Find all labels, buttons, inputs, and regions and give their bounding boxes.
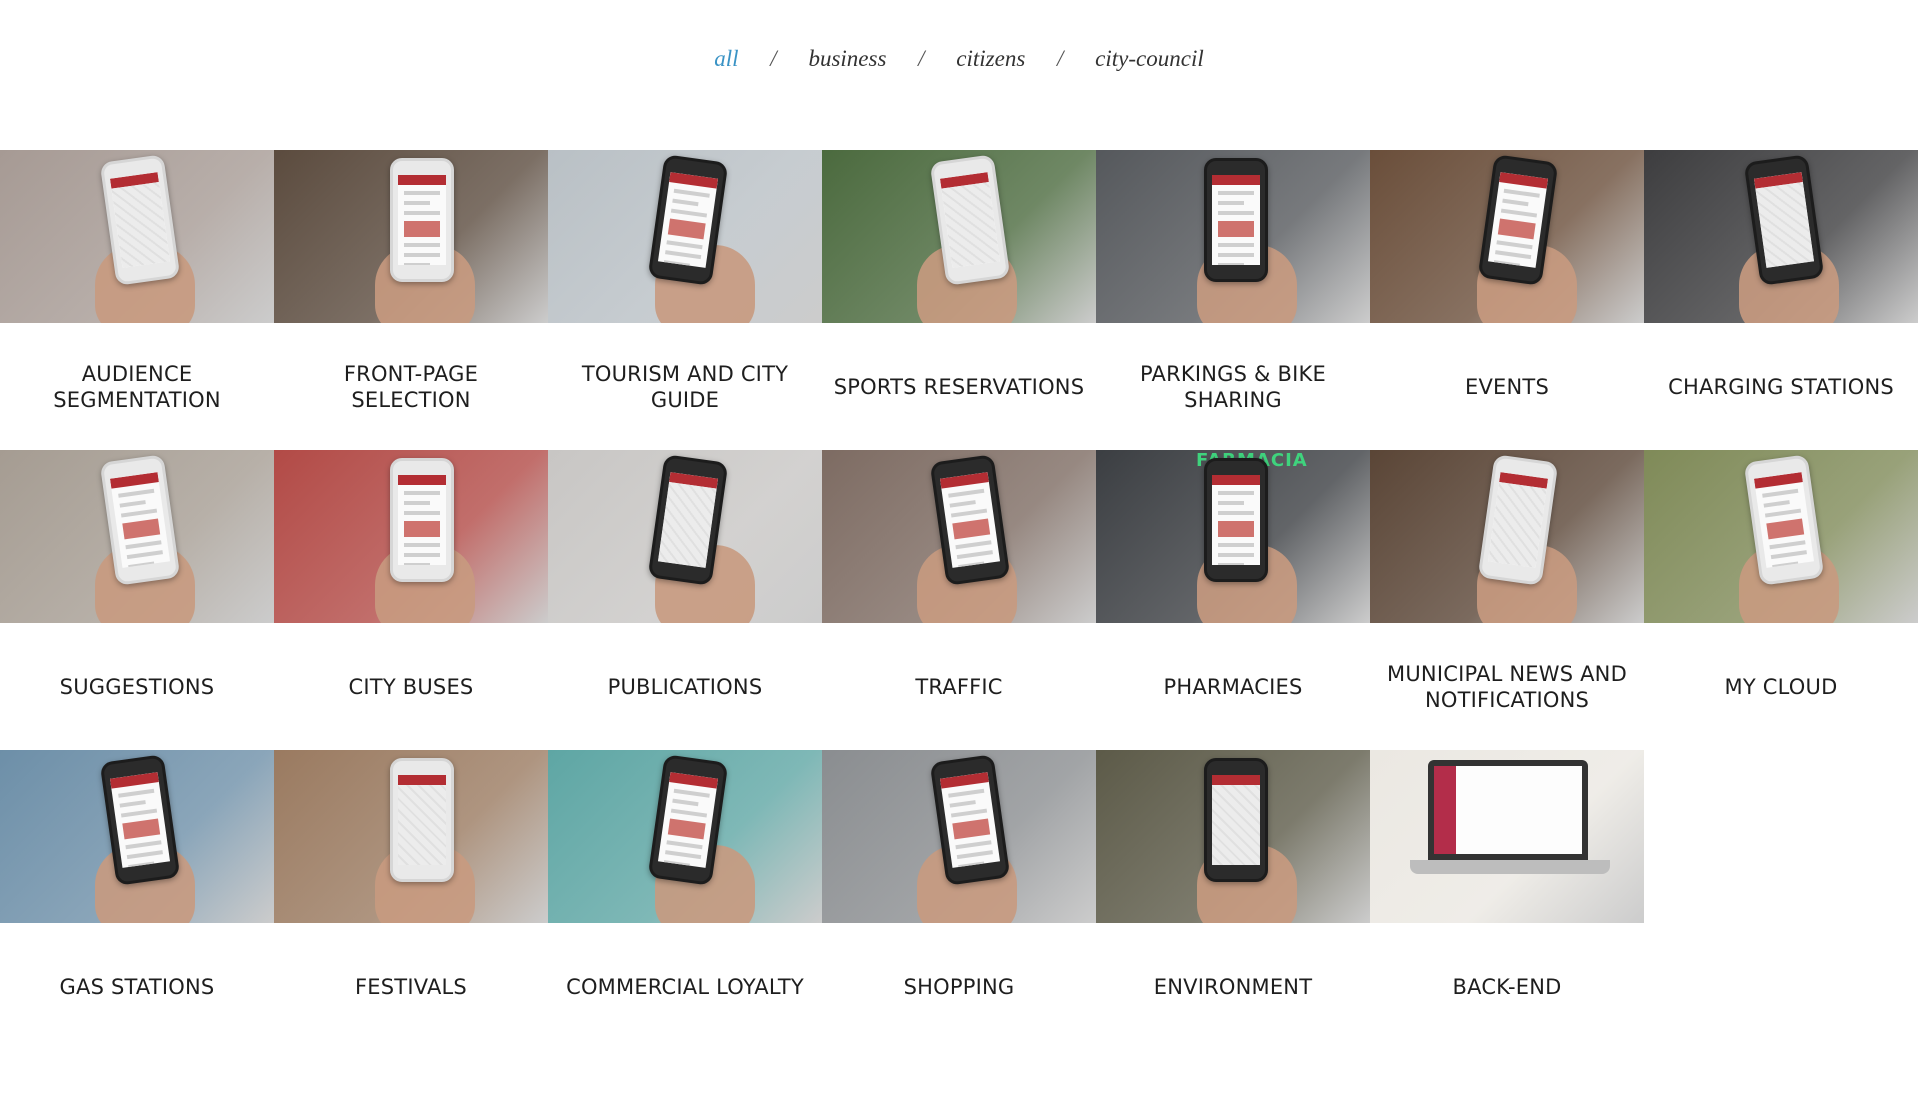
filter-separator: / xyxy=(918,46,925,71)
tile-thumbnail xyxy=(1370,150,1644,323)
filter-city-council[interactable]: city-council xyxy=(1091,46,1208,72)
phone-mockup xyxy=(390,458,454,582)
tile-caption: TRAFFIC xyxy=(915,674,1003,699)
tile-caption: BACK-END xyxy=(1452,974,1562,999)
portfolio-grid: AUDIENCE SEGMENTATION FRONT-PAGE SELECTI… xyxy=(0,150,1918,1050)
tile-caption: PHARMACIES xyxy=(1163,674,1303,699)
tile-caption: CHARGING STATIONS xyxy=(1668,374,1894,399)
portfolio-tile-back-end[interactable]: BACK-END xyxy=(1370,750,1644,1050)
portfolio-tile-audience-segmentation[interactable]: AUDIENCE SEGMENTATION xyxy=(0,150,274,450)
tile-thumbnail xyxy=(1370,450,1644,623)
filter-all[interactable]: all xyxy=(710,46,742,72)
portfolio-tile-tourism-city-guide[interactable]: TOURISM AND CITY GUIDE xyxy=(548,150,822,450)
tile-caption: CITY BUSES xyxy=(348,674,474,699)
portfolio-tile-gas-stations[interactable]: GAS STATIONS xyxy=(0,750,274,1050)
tile-thumbnail: FARMACIA xyxy=(1096,450,1370,623)
portfolio-tile-pharmacies[interactable]: FARMACIA PHARMACIES xyxy=(1096,450,1370,750)
tile-caption: TOURISM AND CITY GUIDE xyxy=(581,361,789,412)
portfolio-tile-front-page-selection[interactable]: FRONT-PAGE SELECTION xyxy=(274,150,548,450)
portfolio-tile-environment[interactable]: ENVIRONMENT xyxy=(1096,750,1370,1050)
tile-thumbnail xyxy=(548,150,822,323)
tile-thumbnail xyxy=(822,150,1096,323)
portfolio-tile-suggestions[interactable]: SUGGESTIONS xyxy=(0,450,274,750)
tile-caption: MUNICIPAL NEWS AND NOTIFICATIONS xyxy=(1387,661,1627,712)
portfolio-tile-my-cloud[interactable]: MY CLOUD xyxy=(1644,450,1918,750)
portfolio-tile-parkings-bike-sharing[interactable]: PARKINGS & BIKE SHARING xyxy=(1096,150,1370,450)
filter-separator: / xyxy=(1057,46,1064,71)
laptop-base xyxy=(1410,860,1610,874)
category-filter-bar: all / business / citizens / city-council xyxy=(0,46,1918,72)
laptop-mockup xyxy=(1428,760,1588,860)
portfolio-tile-municipal-news[interactable]: MUNICIPAL NEWS AND NOTIFICATIONS xyxy=(1370,450,1644,750)
phone-mockup xyxy=(1204,758,1268,882)
tile-thumbnail xyxy=(0,150,274,323)
tile-thumbnail xyxy=(548,450,822,623)
portfolio-tile-events[interactable]: EVENTS xyxy=(1370,150,1644,450)
tile-caption: FESTIVALS xyxy=(355,974,467,999)
grid-row: GAS STATIONS FESTIVALS COMMERCIAL LOYALT… xyxy=(0,750,1918,1050)
phone-mockup xyxy=(390,158,454,282)
phone-mockup xyxy=(1204,458,1268,582)
tile-caption: MY CLOUD xyxy=(1724,674,1838,699)
filter-business[interactable]: business xyxy=(804,46,890,72)
portfolio-tile-commercial-loyalty[interactable]: COMMERCIAL LOYALTY xyxy=(548,750,822,1050)
portfolio-tile-shopping[interactable]: SHOPPING xyxy=(822,750,1096,1050)
tile-thumbnail xyxy=(1096,750,1370,923)
grid-row: AUDIENCE SEGMENTATION FRONT-PAGE SELECTI… xyxy=(0,150,1918,450)
tile-thumbnail xyxy=(1370,750,1644,923)
tile-thumbnail xyxy=(1644,150,1918,323)
portfolio-tile-traffic[interactable]: TRAFFIC xyxy=(822,450,1096,750)
tile-thumbnail xyxy=(548,750,822,923)
filter-citizens[interactable]: citizens xyxy=(952,46,1029,72)
tile-caption: AUDIENCE SEGMENTATION xyxy=(53,361,221,412)
tile-thumbnail xyxy=(822,450,1096,623)
tile-thumbnail xyxy=(1644,450,1918,623)
tile-caption: SPORTS RESERVATIONS xyxy=(833,374,1085,399)
portfolio-tile-city-buses[interactable]: CITY BUSES xyxy=(274,450,548,750)
phone-mockup xyxy=(390,758,454,882)
tile-thumbnail xyxy=(0,750,274,923)
portfolio-tile-publications[interactable]: PUBLICATIONS xyxy=(548,450,822,750)
tile-caption: ENVIRONMENT xyxy=(1153,974,1313,999)
tile-thumbnail xyxy=(822,750,1096,923)
tile-thumbnail xyxy=(274,750,548,923)
filter-separator: / xyxy=(770,46,777,71)
tile-caption: PARKINGS & BIKE SHARING xyxy=(1140,361,1326,412)
grid-row: SUGGESTIONS CITY BUSES PUBLICATIONS TRAF… xyxy=(0,450,1918,750)
portfolio-tile-sports-reservations[interactable]: SPORTS RESERVATIONS xyxy=(822,150,1096,450)
tile-caption: COMMERCIAL LOYALTY xyxy=(566,974,804,999)
tile-thumbnail xyxy=(1096,150,1370,323)
tile-caption: PUBLICATIONS xyxy=(607,674,763,699)
tile-caption: SHOPPING xyxy=(903,974,1015,999)
tile-caption: EVENTS xyxy=(1465,374,1549,399)
portfolio-tile-charging-stations[interactable]: CHARGING STATIONS xyxy=(1644,150,1918,450)
tile-thumbnail xyxy=(274,450,548,623)
tile-caption: SUGGESTIONS xyxy=(59,674,215,699)
tile-caption: FRONT-PAGE SELECTION xyxy=(343,361,479,412)
tile-thumbnail xyxy=(274,150,548,323)
portfolio-tile-festivals[interactable]: FESTIVALS xyxy=(274,750,548,1050)
phone-mockup xyxy=(1204,158,1268,282)
tile-thumbnail xyxy=(0,450,274,623)
tile-caption: GAS STATIONS xyxy=(59,974,215,999)
